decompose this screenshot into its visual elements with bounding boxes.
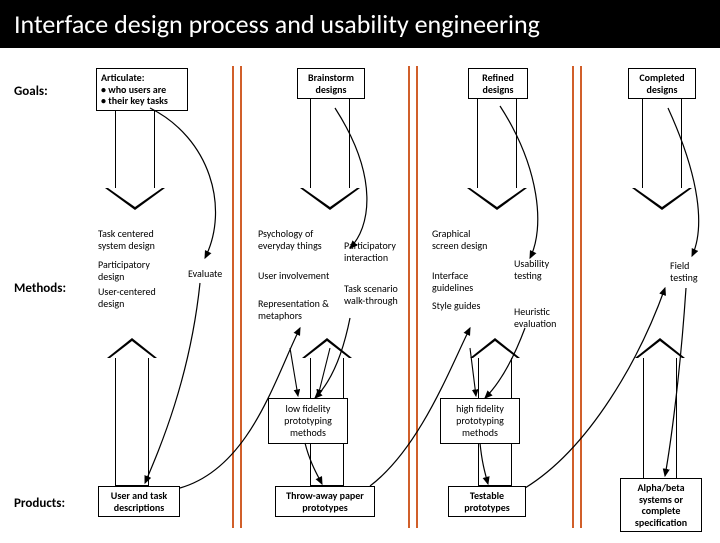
method-field-testing: Field testing	[670, 260, 716, 284]
method-participatory-interaction: Participatory interaction	[344, 240, 408, 264]
method-participatory-design: Participatory design	[98, 259, 173, 283]
row-label-goals: Goals:	[14, 84, 48, 99]
lowfi-prototyping: low fidelity prototyping methods	[268, 398, 348, 444]
goal-refined: Refined designs	[468, 68, 528, 99]
method-user-involvement: User involvement	[258, 270, 332, 282]
process-diagram: Goals: Methods: Products: Articulate: • …	[0, 48, 720, 543]
product-user-task-desc: User and task descriptions	[98, 486, 180, 517]
goal-completed: Completed designs	[628, 68, 696, 99]
product-arrow	[635, 338, 685, 486]
product-arrow	[107, 338, 157, 486]
product-alpha-beta: Alpha/beta systems or complete specifica…	[620, 478, 702, 532]
row-label-methods: Methods:	[14, 281, 66, 296]
method-representation: Representation & metaphors	[258, 298, 338, 322]
method-interface-guidelines: Interface guidelines	[432, 270, 494, 294]
method-evaluate: Evaluate	[188, 268, 233, 280]
product-paper-prototypes: Throw-away paper prototypes	[275, 486, 375, 517]
hifi-prototyping: high fidelity prototyping methods	[440, 398, 520, 444]
method-style-guides: Style guides	[432, 300, 494, 312]
method-usability-testing: Usability testing	[514, 258, 570, 282]
method-heuristic: Heuristic evaluation	[514, 306, 570, 330]
goal-brainstorm: Brainstorm designs	[297, 68, 365, 99]
goal-articulate: Articulate: • who users are • their key …	[96, 68, 188, 111]
row-label-products: Products:	[14, 496, 65, 511]
method-task-scenario: Task scenario walk-through	[344, 283, 408, 307]
product-testable-prototypes: Testable prototypes	[448, 486, 526, 517]
method-user-centered: User-centered design	[98, 286, 178, 310]
method-graphical-screen: Graphical screen design	[432, 228, 494, 252]
method-psychology: Psychology of everyday things	[258, 228, 332, 252]
page-title: Interface design process and usability e…	[0, 0, 720, 48]
method-task-centered: Task centered system design	[98, 228, 178, 252]
